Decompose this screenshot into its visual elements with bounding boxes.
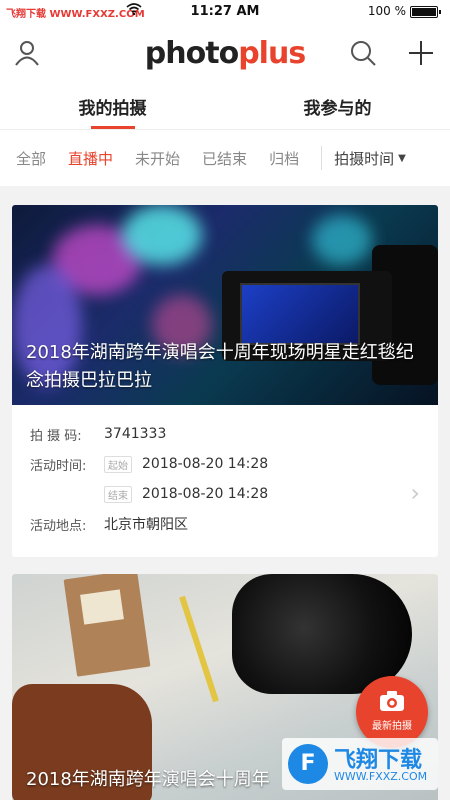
- watermark-url: WWW.FXXZ.COM: [334, 770, 428, 783]
- filter-bar: 全部 直播中 未开始 已结束 归档 拍摄时间 ▼: [0, 130, 450, 186]
- event-info: 拍 摄 码: 3741333 活动时间: 起始 2018-08-20 14:28…: [12, 405, 438, 539]
- end-time: 2018-08-20 14:28: [142, 486, 269, 502]
- start-tag: 起始: [104, 455, 132, 473]
- sort-label: 拍摄时间: [334, 149, 395, 168]
- main-tabs: 我的拍摄 我参与的: [0, 84, 450, 130]
- battery-percent: 100 %: [367, 4, 406, 18]
- event-code: 3741333: [104, 426, 167, 442]
- code-label: 拍 摄 码:: [30, 428, 82, 444]
- filter-divider: [321, 146, 323, 170]
- status-bar: 飞翔下载 WWW.FXXZ.COM 11:27 AM 100 %: [0, 0, 450, 24]
- filter-upcoming[interactable]: 未开始: [135, 148, 180, 169]
- event-title: 2018年湖南跨年演唱会十周年现场明星走红毯纪念拍摄巴拉巴拉: [26, 342, 414, 391]
- filter-ended[interactable]: 已结束: [202, 148, 247, 169]
- filter-all[interactable]: 全部: [16, 148, 46, 169]
- search-icon[interactable]: [348, 38, 378, 68]
- tab-participated[interactable]: 我参与的: [225, 84, 450, 129]
- event-cover-image: 2018年湖南跨年演唱会十周年现场明星走红毯纪念拍摄巴拉巴拉: [12, 205, 438, 405]
- app-logo: photoplus: [0, 36, 450, 71]
- sort-dropdown[interactable]: 拍摄时间 ▼: [334, 148, 406, 169]
- caret-down-icon: ▼: [398, 152, 406, 164]
- tab-my-shoots[interactable]: 我的拍摄: [0, 84, 225, 129]
- camera-icon: [379, 690, 405, 712]
- logo-plus: plus: [238, 36, 306, 71]
- end-tag: 结束: [104, 485, 132, 503]
- filter-live[interactable]: 直播中: [68, 148, 113, 169]
- logo-photo: photo: [144, 36, 239, 71]
- filter-archived[interactable]: 归档: [269, 148, 299, 169]
- chevron-right-icon: ›: [410, 479, 420, 507]
- watermark-logo-icon: F: [288, 744, 328, 784]
- site-watermark: F 飞翔下载 WWW.FXXZ.COM: [282, 738, 438, 790]
- battery-icon: [410, 6, 441, 18]
- location-label: 活动地点:: [30, 518, 87, 534]
- add-icon[interactable]: [406, 38, 436, 68]
- app-header: photoplus: [0, 24, 450, 84]
- event-location: 北京市朝阳区: [104, 517, 188, 533]
- time-label: 活动时间:: [30, 458, 87, 474]
- new-shoot-label: 最新拍摄: [372, 721, 412, 732]
- event-card[interactable]: 2018年湖南跨年演唱会十周年现场明星走红毯纪念拍摄巴拉巴拉 拍 摄 码: 37…: [12, 205, 438, 557]
- start-time: 2018-08-20 14:28: [142, 456, 269, 472]
